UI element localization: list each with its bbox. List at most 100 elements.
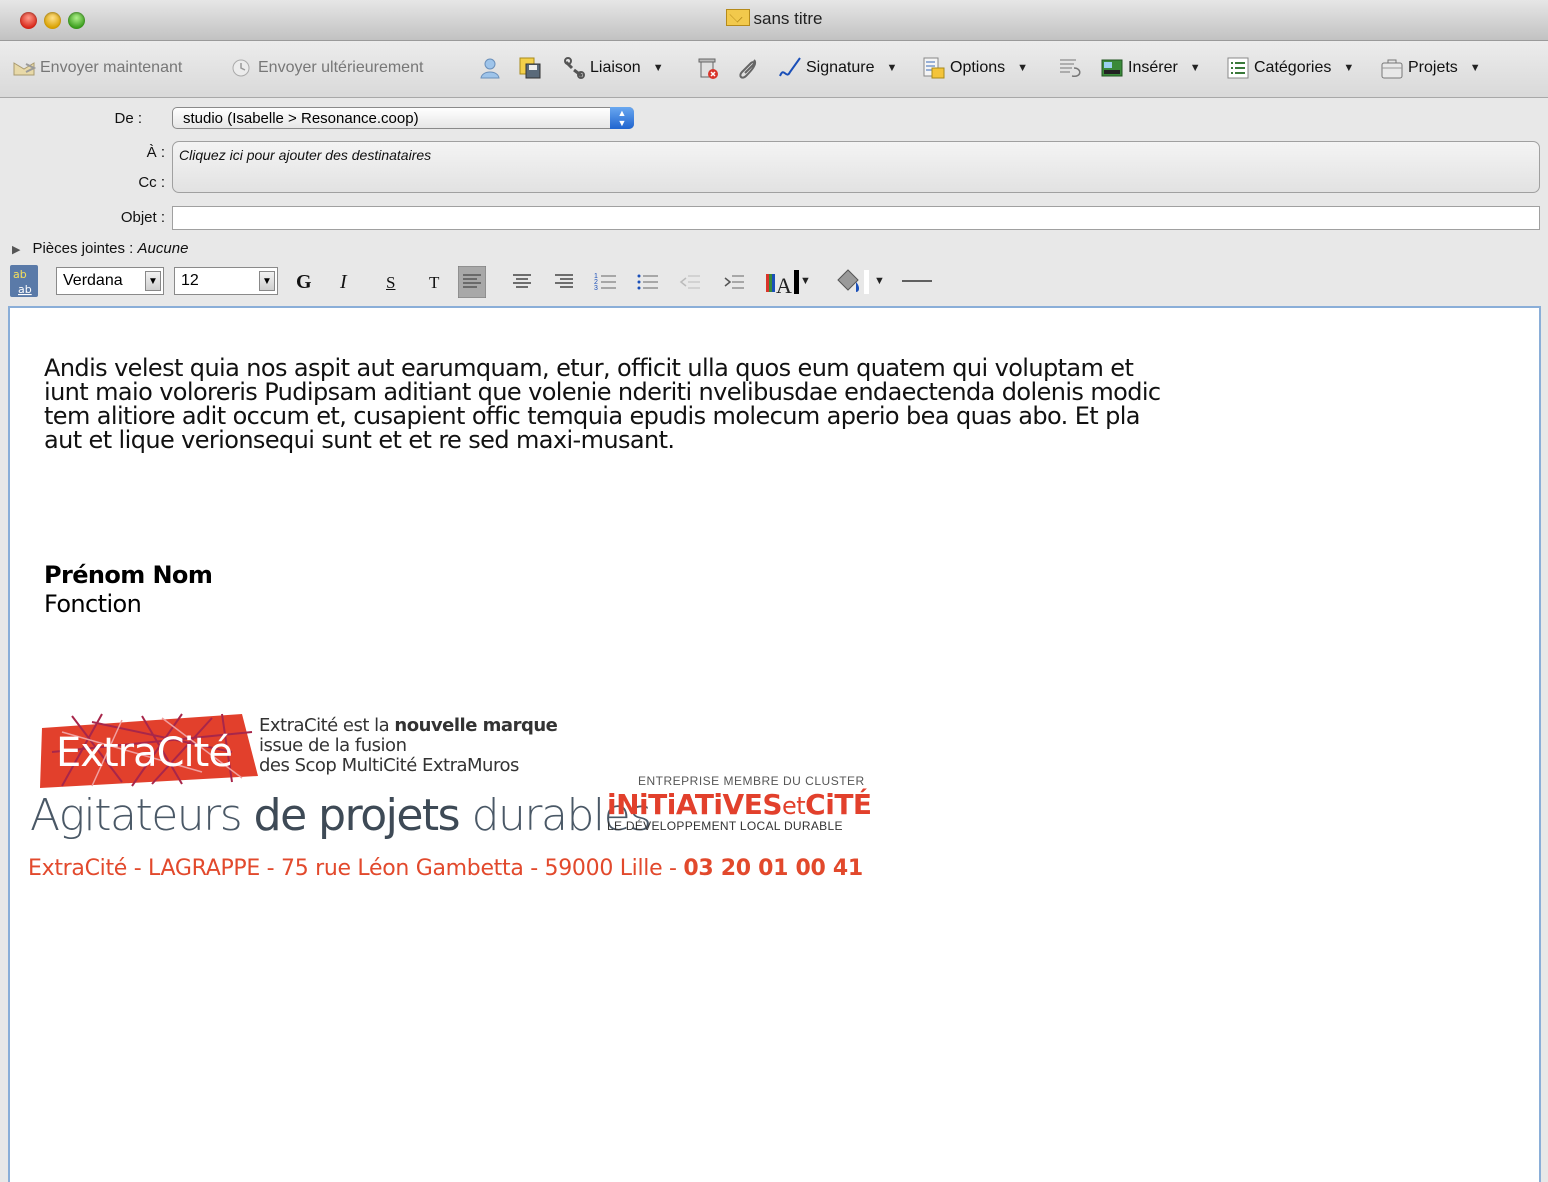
- disclosure-triangle-icon[interactable]: ▶: [12, 244, 20, 256]
- cc-label: Cc :: [138, 174, 165, 191]
- insert-button[interactable]: Insérer ▼: [1100, 55, 1201, 81]
- link-dropdown-icon[interactable]: ▼: [653, 62, 664, 74]
- subject-field[interactable]: [172, 206, 1540, 230]
- brand-desc-line2: issue de la fusion: [259, 735, 407, 756]
- insert-label: Insérer: [1128, 59, 1178, 76]
- address-book-button[interactable]: [478, 55, 506, 81]
- categories-button[interactable]: Catégories ▼: [1226, 55, 1354, 81]
- message-body-text: Andis velest quia nos aspit aut earumqua…: [44, 354, 1161, 454]
- logo-text: ExtraCité: [56, 730, 233, 776]
- link-label: Liaison: [590, 59, 641, 76]
- font-size-value: 12: [181, 272, 199, 289]
- text-color-dropdown-icon[interactable]: ▼: [800, 275, 811, 287]
- link-button[interactable]: Liaison ▼: [562, 55, 664, 81]
- spellcheck-icon[interactable]: ab ab: [10, 265, 38, 297]
- italic-button[interactable]: I: [340, 271, 347, 294]
- bold-button[interactable]: G: [296, 271, 312, 294]
- brand-description: ExtraCité est la nouvelle marque issue d…: [259, 716, 558, 776]
- signature-icon: [779, 57, 801, 77]
- indent-icon[interactable]: [722, 270, 746, 292]
- to-label: À :: [146, 144, 165, 161]
- align-right-icon[interactable]: [552, 270, 576, 292]
- toolbar: Envoyer maintenant Envoyer ultérieuremen…: [0, 41, 1548, 98]
- font-family-select[interactable]: Verdana ▼: [56, 267, 164, 295]
- insert-dropdown-icon[interactable]: ▼: [1190, 62, 1201, 74]
- align-left-icon[interactable]: [458, 266, 486, 298]
- svg-text:3: 3: [594, 285, 598, 292]
- attach-button[interactable]: [736, 55, 764, 81]
- send-now-button[interactable]: Envoyer maintenant: [12, 55, 182, 81]
- save-draft-button[interactable]: [518, 55, 546, 81]
- brand-tagline: Agitateurs de projets durables: [30, 790, 652, 841]
- contacts-icon: [480, 58, 500, 79]
- send-now-icon: [13, 62, 36, 76]
- align-center-icon[interactable]: [510, 270, 534, 292]
- format-bar: ab ab Verdana ▼ 12 ▼ G I S T 123 A ▼ ▼: [0, 263, 1548, 303]
- options-dropdown-icon[interactable]: ▼: [1017, 62, 1028, 74]
- recipients-placeholder: Cliquez ici pour ajouter des destinatair…: [179, 147, 432, 163]
- font-size-select[interactable]: 12 ▼: [174, 267, 278, 295]
- highlight-color-icon[interactable]: [834, 266, 870, 296]
- attachments-row[interactable]: ▶ Pièces jointes : Aucune: [12, 240, 188, 257]
- extracite-logo: ExtraCité: [32, 712, 260, 792]
- options-label: Options: [950, 59, 1006, 76]
- signature-address: ExtraCité - LAGRAPPE - 75 rue Léon Gambe…: [28, 856, 863, 881]
- horizontal-rule-icon[interactable]: [900, 270, 934, 292]
- attachments-value: Aucune: [137, 240, 189, 257]
- attachments-label: Pièces jointes :: [32, 240, 134, 257]
- from-account-select[interactable]: studio (Isabelle > Resonance.coop) ▲ ▼: [172, 107, 634, 129]
- categories-dropdown-icon[interactable]: ▼: [1343, 62, 1354, 74]
- font-family-value: Verdana: [63, 272, 123, 289]
- trash-icon: [698, 58, 718, 79]
- categories-label: Catégories: [1254, 59, 1332, 76]
- recipients-field[interactable]: Cliquez ici pour ajouter des destinatair…: [172, 141, 1540, 193]
- signature-function: Fonction: [44, 590, 142, 618]
- cluster-name-part3: CiTÉ: [805, 788, 872, 821]
- subject-label: Objet :: [120, 209, 165, 226]
- signature-dropdown-icon[interactable]: ▼: [887, 62, 898, 74]
- window-title: sans titre: [753, 9, 823, 28]
- cluster-label: ENTREPRISE MEMBRE DU CLUSTER: [638, 774, 865, 788]
- svg-text:A: A: [776, 273, 792, 296]
- outdent-icon[interactable]: [678, 270, 702, 292]
- send-later-button[interactable]: Envoyer ultérieurement: [230, 55, 423, 81]
- signature-label: Signature: [806, 59, 875, 76]
- signature-name: Prénom Nom: [44, 561, 213, 589]
- tagline-part1: Agitateurs: [30, 790, 254, 841]
- bulleted-list-icon[interactable]: [636, 270, 660, 292]
- options-icon: [923, 57, 945, 79]
- tagline-part2: de projets: [253, 790, 461, 841]
- underline-button[interactable]: S: [386, 273, 395, 293]
- font-dropdown-icon: ▼: [145, 271, 161, 291]
- numbered-list-icon[interactable]: 123: [594, 270, 618, 292]
- delete-button[interactable]: [696, 55, 724, 81]
- svg-text:ab: ab: [18, 283, 32, 296]
- address-text: ExtraCité - LAGRAPPE - 75 rue Léon Gambe…: [28, 856, 684, 881]
- link-icon: [564, 57, 585, 79]
- text-style-button[interactable]: T: [429, 273, 439, 293]
- send-later-icon: [232, 59, 250, 77]
- svg-text:ab: ab: [13, 268, 27, 281]
- send-now-label: Envoyer maintenant: [40, 59, 183, 76]
- signature-button[interactable]: Signature ▼: [778, 55, 897, 81]
- insert-media-icon: [1101, 59, 1123, 77]
- cluster-name-part2: et: [781, 792, 806, 820]
- projects-icon: [1381, 59, 1403, 79]
- options-button[interactable]: Options ▼: [922, 55, 1028, 81]
- size-dropdown-icon: ▼: [259, 271, 275, 291]
- cluster-name-part1: iNiTiATiVES: [607, 788, 782, 821]
- envelope-icon: [725, 9, 750, 26]
- paperclip-icon: [739, 59, 756, 79]
- projects-button[interactable]: Projets ▼: [1380, 55, 1481, 81]
- send-later-label: Envoyer ultérieurement: [258, 59, 424, 76]
- message-body-editor[interactable]: Andis velest quia nos aspit aut earumqua…: [8, 306, 1541, 1182]
- rich-text-icon: [1060, 59, 1081, 77]
- cluster-logo: iNiTiATiVESetCiTÉ: [607, 788, 872, 821]
- from-label: De :: [114, 110, 142, 127]
- highlight-dropdown-icon[interactable]: ▼: [874, 275, 885, 287]
- projects-label: Projets: [1408, 59, 1458, 76]
- save-icon: [519, 57, 541, 79]
- projects-dropdown-icon[interactable]: ▼: [1470, 62, 1481, 74]
- format-toggle-button[interactable]: [1058, 55, 1086, 81]
- from-account-value: studio (Isabelle > Resonance.coop): [183, 110, 419, 127]
